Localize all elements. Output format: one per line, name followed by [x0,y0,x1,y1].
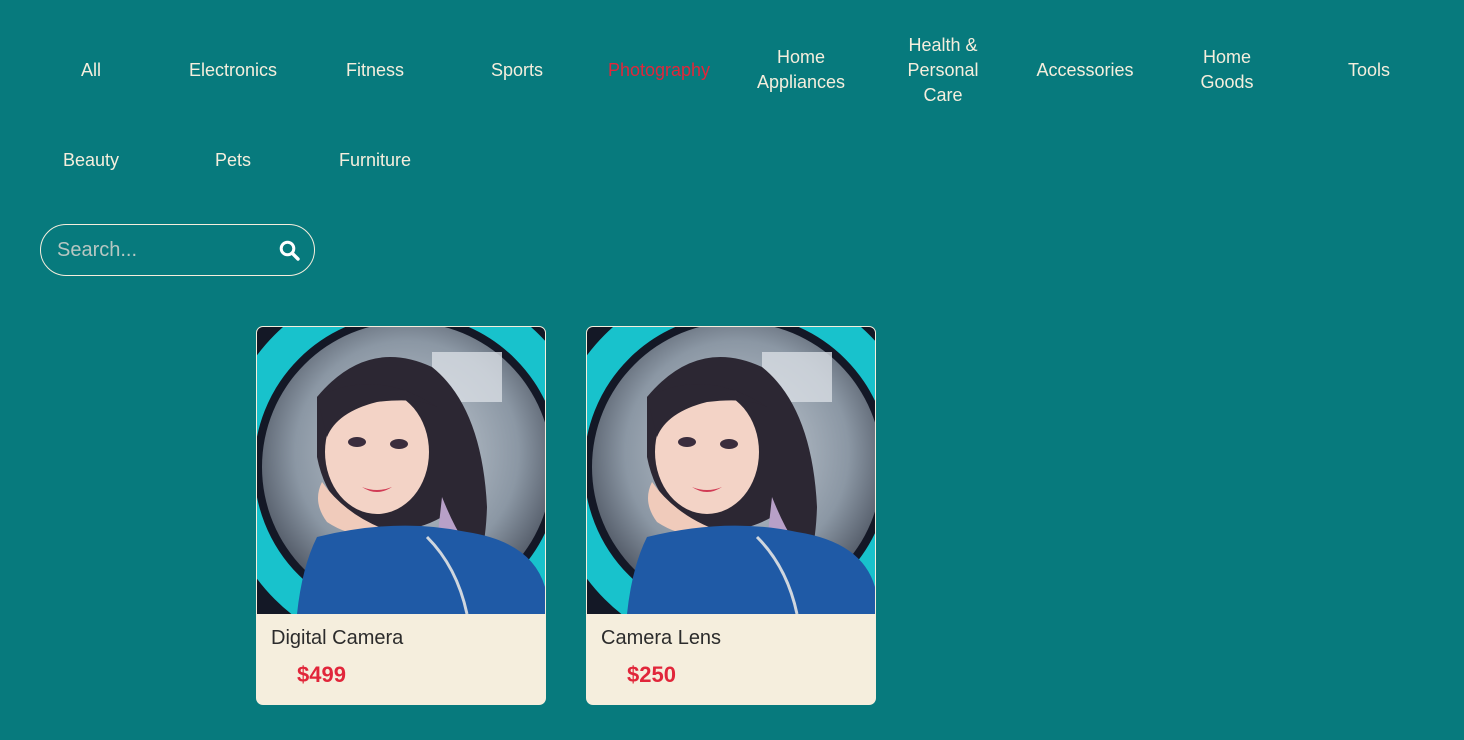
category-health-personal-care[interactable]: Health & Personal Care [872,25,1014,115]
category-home-goods[interactable]: Home Goods [1156,25,1298,115]
category-fitness[interactable]: Fitness [304,25,446,115]
category-beauty[interactable]: Beauty [20,115,162,205]
category-label: Personal [907,59,979,80]
category-label: Accessories [1036,59,1134,80]
category-home-appliances[interactable]: Home Appliances [730,25,872,115]
category-label: Goods [1200,72,1254,92]
category-label: Appliances [756,72,846,92]
search-input[interactable] [57,225,262,275]
category-label: Care [923,84,963,105]
category-pets[interactable]: Pets [162,115,304,205]
category-label: Photography [607,59,711,80]
category-label: All [80,59,101,80]
category-photography[interactable]: Photography [588,25,730,115]
category-label: Tools [1347,59,1391,80]
product-price: $499 [297,662,346,687]
category-label: Health & [908,34,978,55]
search-icon[interactable] [279,240,300,261]
category-label: Furniture [338,149,412,170]
category-label: Fitness [345,59,405,80]
category-sports[interactable]: Sports [446,25,588,115]
product-card[interactable]: Camera Lens $250 [586,326,876,705]
category-furniture[interactable]: Furniture [304,115,446,205]
product-name: Digital Camera [271,627,404,649]
category-label: Beauty [62,149,120,170]
product-image [257,327,545,614]
category-all[interactable]: All [20,25,162,115]
category-label: Sports [490,59,544,80]
category-electronics[interactable]: Electronics [162,25,304,115]
search-bar [40,224,315,276]
product-price: $250 [627,662,676,687]
product-card[interactable]: Digital Camera $499 [256,326,546,705]
category-label: Electronics [188,59,278,80]
category-label: Home [1202,47,1251,67]
category-nav: All Electronics Fitness Sports Photograp… [20,25,1440,205]
category-accessories[interactable]: Accessories [1014,25,1156,115]
category-tools[interactable]: Tools [1298,25,1440,115]
category-label: Home [776,47,825,67]
product-image [587,327,875,614]
product-name: Camera Lens [601,627,722,649]
category-label: Pets [214,149,252,170]
